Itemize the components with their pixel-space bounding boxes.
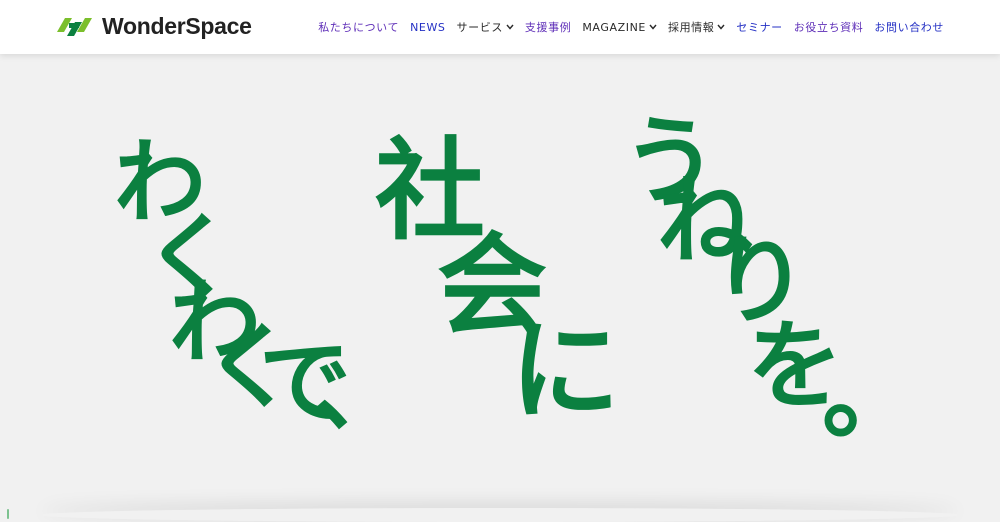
content-card-edge	[40, 508, 960, 522]
hero-section: わくわくで、 社会に うねりを。	[0, 54, 1000, 519]
nav-item-label: サービス	[456, 21, 503, 34]
chevron-down-icon	[506, 24, 514, 30]
nav-item-8[interactable]: お問い合わせ	[874, 19, 944, 35]
nav-item-label: お問い合わせ	[874, 21, 944, 34]
nav-item-label: 採用情報	[667, 21, 715, 34]
nav-item-6[interactable]: セミナー	[736, 19, 782, 35]
scroll-indicator	[7, 509, 9, 519]
nav-item-0[interactable]: 私たちについて	[318, 19, 399, 35]
logo-link[interactable]: WonderSpace	[55, 13, 252, 40]
nav-item-3[interactable]: 支援事例	[525, 19, 571, 35]
chevron-down-icon	[649, 24, 657, 30]
nav-item-label: 私たちについて	[318, 21, 400, 34]
site-header: WonderSpace 私たちについて NEWS サービス 支援事例 MAGAZINE 採…	[0, 0, 1000, 54]
nav-item-label: 支援事例	[524, 21, 572, 34]
nav-item-7[interactable]: お役立ち資料	[794, 19, 864, 35]
main-nav: 私たちについて NEWS サービス 支援事例 MAGAZINE 採用情報 セミナー お役立ち資…	[307, 19, 944, 35]
nav-item-label: NEWS	[410, 20, 446, 34]
nav-item-1[interactable]: NEWS	[410, 21, 445, 34]
catchphrase-char: 。	[822, 339, 918, 452]
wonderspace-logo-icon	[57, 17, 92, 36]
chevron-down-icon	[717, 24, 725, 30]
nav-item-label: お役立ち資料	[793, 21, 864, 34]
nav-item-4[interactable]: MAGAZINE	[582, 21, 657, 34]
nav-item-2[interactable]: サービス	[457, 19, 514, 35]
catchphrase-line-2: 社会に	[375, 126, 620, 435]
catchphrase-char: に	[510, 306, 620, 435]
catchphrase-line-1: わくわくで、	[114, 128, 406, 444]
nav-item-label: MAGAZINE	[582, 20, 646, 34]
catchphrase-char: 、	[314, 336, 406, 444]
nav-item-5[interactable]: 採用情報	[668, 19, 725, 35]
catchphrase-line-3: うねりを。	[622, 104, 918, 452]
hero-catchphrase: わくわくで、 社会に うねりを。	[114, 104, 918, 452]
brand-name: WonderSpace	[102, 13, 252, 39]
nav-item-label: セミナー	[736, 21, 783, 34]
